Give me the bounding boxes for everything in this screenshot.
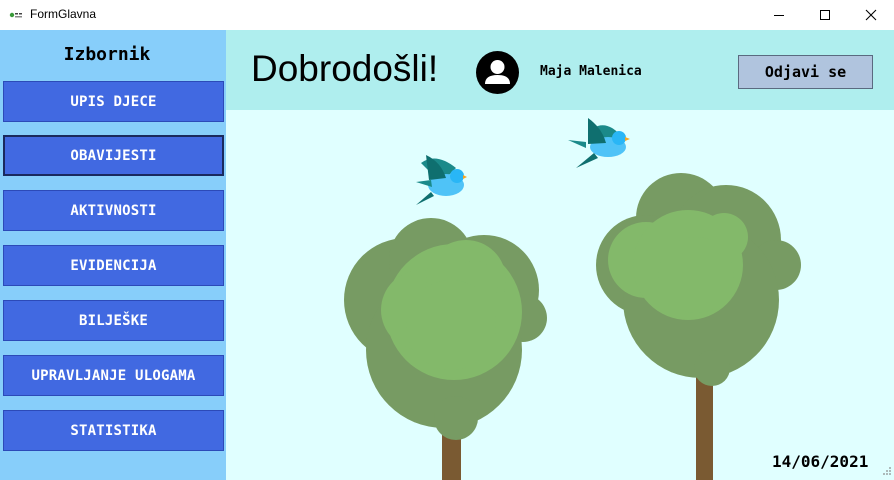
username-label: Maja Malenica [540,64,642,79]
date-label: 14/06/2021 [772,452,869,471]
nav-upis-djece-button[interactable]: UPIS DJECE [3,81,224,122]
user-avatar-icon [476,51,519,94]
tree-right [596,173,801,480]
sidebar-title: Izbornik [63,44,151,65]
minimize-button[interactable] [756,0,802,30]
maximize-icon [820,10,830,20]
minimize-icon [774,15,784,16]
bird-left [416,155,467,205]
title-bar: FormGlavna [0,0,894,30]
logout-button[interactable]: Odjavi se [738,55,873,89]
header-bar: Dobrodošli! Maja Malenica Odjavi se [226,30,894,110]
nav-aktivnosti-button[interactable]: AKTIVNOSTI [3,190,224,231]
nav-biljeske-button[interactable]: BILJEŠKE [3,300,224,341]
nav-obavijesti-button[interactable]: OBAVIJESTI [3,135,224,176]
resize-grip-icon[interactable] [882,466,892,476]
illustration [344,118,801,480]
nav-evidencija-button[interactable]: EVIDENCIJA [3,245,224,286]
nav-statistika-button[interactable]: STATISTIKA [3,410,224,451]
welcome-heading: Dobrodošli! [251,48,439,89]
tree-left [344,218,547,480]
form-app-icon [9,12,22,18]
close-button[interactable] [848,0,894,30]
bird-right [568,118,630,168]
sidebar-menu: Izbornik UPIS DJECE OBAVIJESTI AKTIVNOST… [0,30,226,480]
maximize-button[interactable] [802,0,848,30]
window-title: FormGlavna [30,7,97,21]
close-icon [865,9,877,21]
nav-upravljanje-ulogama-button[interactable]: UPRAVLJANJE ULOGAMA [3,355,224,396]
main-content: 14/06/2021 [226,110,894,480]
